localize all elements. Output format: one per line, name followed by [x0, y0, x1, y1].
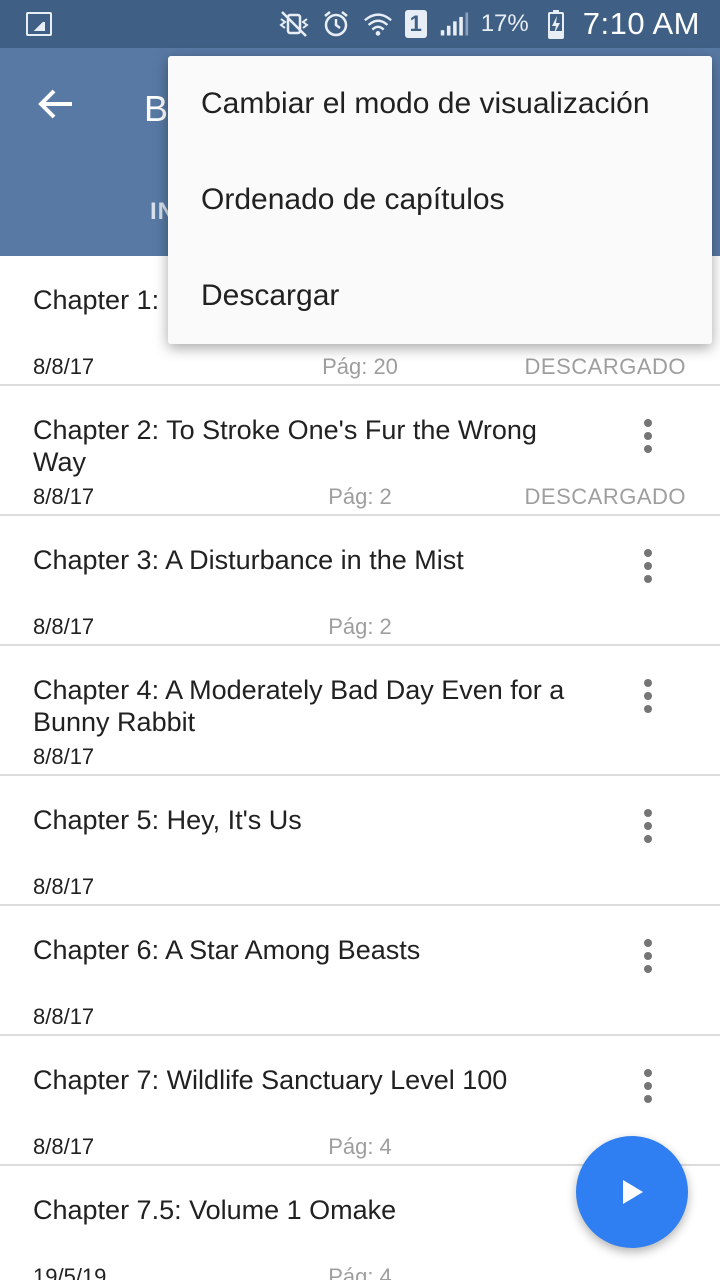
chapter-title: Chapter 2: To Stroke One's Fur the Wrong…: [33, 415, 537, 477]
more-options-icon[interactable]: [628, 1064, 668, 1108]
gallery-notification-icon: [26, 12, 52, 36]
back-arrow-icon: [38, 89, 72, 119]
status-icons: 1 17% 7:10 AM: [279, 0, 700, 48]
vibrate-mute-icon: [279, 9, 309, 39]
more-options-icon[interactable]: [628, 674, 668, 718]
overflow-menu: Cambiar el modo de visualización Ordenad…: [168, 56, 712, 344]
chapter-item[interactable]: Chapter 2: To Stroke One's Fur the Wrong…: [0, 386, 720, 516]
chapter-title: Chapter 4: A Moderately Bad Day Even for…: [33, 675, 565, 737]
play-icon: [623, 1180, 643, 1204]
chapter-title: Chapter 7: Wildlife Sanctuary Level 100: [33, 1065, 508, 1095]
battery-percent: 17%: [480, 10, 529, 37]
more-options-icon[interactable]: [628, 804, 668, 848]
chapter-item[interactable]: Chapter 6: A Star Among Beasts 8/8/17: [0, 906, 720, 1036]
chapter-title: Chapter 6: A Star Among Beasts: [33, 935, 421, 965]
manga-title: B: [144, 88, 169, 129]
signal-icon: [439, 9, 469, 39]
battery-charging-icon: [541, 9, 571, 39]
menu-item-chapter-sorting[interactable]: Ordenado de capítulos: [168, 152, 712, 248]
chapter-pages: Pág: 2: [328, 614, 392, 639]
chapter-date: 8/8/17: [33, 874, 95, 899]
chapter-title: Chapter 7.5: Volume 1 Omake: [33, 1195, 397, 1225]
chapter-item[interactable]: Chapter 5: Hey, It's Us 8/8/17: [0, 776, 720, 906]
chapter-title: Chapter 3: A Disturbance in the Mist: [33, 545, 464, 575]
chapter-date: 8/8/17: [33, 1004, 95, 1029]
more-options-icon[interactable]: [628, 934, 668, 978]
menu-item-download[interactable]: Descargar: [168, 248, 712, 344]
chapter-title: Chapter 5: Hey, It's Us: [33, 805, 302, 835]
more-options-icon[interactable]: [628, 414, 668, 458]
download-status: DESCARGADO: [524, 354, 686, 379]
alarm-icon: [321, 9, 351, 39]
menu-item-change-display-mode[interactable]: Cambiar el modo de visualización: [168, 56, 712, 152]
status-bar: 1 17% 7:10 AM: [0, 0, 720, 48]
resume-reading-button[interactable]: [576, 1136, 688, 1248]
chapter-date: 8/8/17: [33, 744, 95, 769]
download-status: DESCARGADO: [524, 484, 686, 509]
back-button[interactable]: [24, 76, 88, 132]
more-options-icon[interactable]: [628, 544, 668, 588]
clock: 7:10 AM: [582, 6, 700, 41]
chapter-item[interactable]: Chapter 3: A Disturbance in the Mist 8/8…: [0, 516, 720, 646]
sim-slot-icon: 1: [404, 10, 427, 38]
chapter-item[interactable]: Chapter 4: A Moderately Bad Day Even for…: [0, 646, 720, 776]
chapter-pages: Pág: 4: [328, 1264, 392, 1280]
wifi-icon: [363, 9, 393, 39]
